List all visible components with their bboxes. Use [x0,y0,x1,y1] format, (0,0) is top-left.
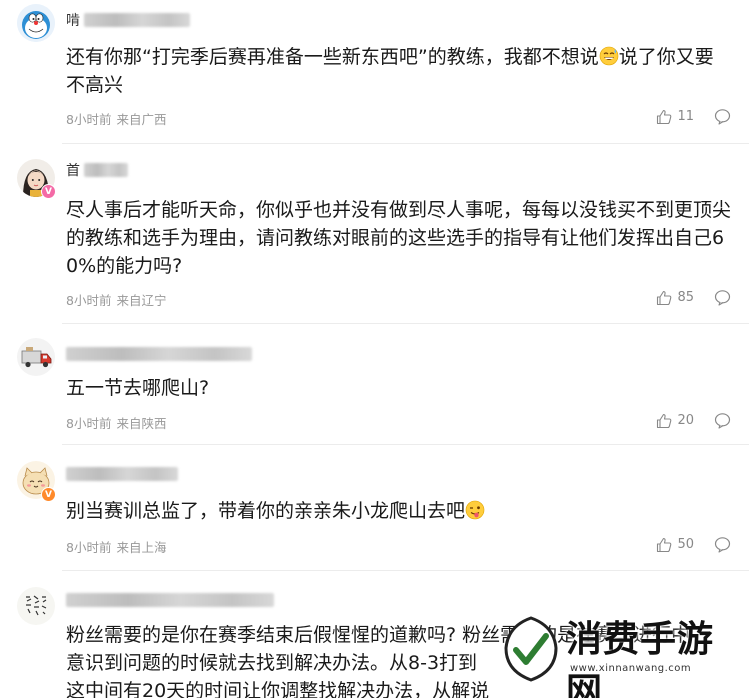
username-blurred [66,347,252,361]
like-count: 50 [677,537,694,552]
like-button[interactable]: 11 [656,109,694,125]
comment-time: 8小时前 [66,416,112,431]
comment-text: 还有你那“打完季后赛再准备一些新东西吧”的教练，我都不想说 说了你又要不高兴 [66,46,714,96]
reply-button[interactable] [714,289,731,306]
comment-meta: 8小时前 来自上海 [66,537,171,556]
username-blurred [84,163,128,177]
tongue-wink-emoji-icon [465,500,485,520]
thumbs-up-icon [657,537,672,552]
like-button[interactable]: 50 [656,537,694,553]
like-count: 85 [677,290,694,305]
comment-location: 来自广西 [116,112,167,127]
like-count: 11 [677,109,694,124]
username[interactable] [66,344,252,364]
comment-meta: 8小时前 来自陕西 [66,413,171,432]
avatar[interactable] [17,4,55,42]
comment-text: 尽人事后才能听天命，你似乎也并没有做到尽人事呢，每每以没钱买不到更顶尖的教练和选… [66,199,732,277]
thumbs-up-icon [657,290,672,305]
comment-actions: 11 [656,108,731,125]
comment-meta: 8小时前 来自辽宁 [66,290,171,309]
verified-badge: V [41,487,56,502]
thumbs-up-icon [657,413,672,428]
reply-button[interactable] [714,412,731,429]
comment-bubble-icon [714,109,731,125]
comment-time: 8小时前 [66,293,112,308]
comment-bubble-icon [714,537,731,553]
comment-meta: 8小时前 来自广西 [66,109,171,128]
username-visible-part: 首 [66,163,80,179]
username-blurred [84,13,190,27]
watermark-title: 消费手游网 [566,619,715,698]
truck-avatar-icon [17,338,55,376]
reply-button[interactable] [714,536,731,553]
username[interactable]: 啃 [66,10,190,30]
comment-bubble-icon [714,290,731,306]
comment-location: 来自上海 [116,540,167,555]
comment-location: 来自陕西 [116,416,167,431]
comment-item: V 别当赛训总监了，带着你的亲亲朱小龙爬山去吧 8小时前 来自上海 50 [0,445,749,570]
comment-item: 五一节去哪爬山? 8小时前 来自陕西 20 [0,324,749,444]
username-visible-part: 啃 [66,13,80,29]
avatar[interactable] [17,338,55,376]
comment-bubble-icon [714,413,731,429]
site-watermark: 消费手游网 www.xinnanwang.com [486,604,749,698]
like-button[interactable]: 85 [656,290,694,306]
username[interactable] [66,464,178,484]
comment-actions: 50 [656,536,731,553]
verified-badge: V [41,184,56,199]
reply-button[interactable] [714,108,731,125]
comment-time: 8小时前 [66,112,112,127]
comment-item: 啃 还有你那“打完季后赛再准备一些新东西吧”的教练，我都不想说 说了你又要不高兴 … [0,0,749,140]
doraemon-avatar-icon [17,4,55,42]
thumbs-up-icon [657,109,672,124]
comment-time: 8小时前 [66,540,112,555]
avatar[interactable] [17,587,55,625]
watermark-url: www.xinnanwang.com [570,663,692,674]
comment-text: 别当赛训总监了，带着你的亲亲朱小龙爬山去吧 [66,497,729,525]
comment-actions: 20 [656,412,731,429]
username[interactable]: 首 [66,160,128,180]
comment-actions: 85 [656,289,731,306]
like-count: 20 [677,413,694,428]
comment-location: 来自辽宁 [116,293,167,308]
username[interactable] [66,590,274,610]
watermark-logo-icon [504,616,558,682]
username-blurred [66,593,274,607]
comment-text: 五一节去哪爬山? [66,377,210,399]
calligraphy-avatar-icon [17,587,55,625]
comment-item: V 首 尽人事后才能听天命，你似乎也并没有做到尽人事呢，每每以没钱买不到更顶尖的… [0,144,749,324]
like-button[interactable]: 20 [656,413,694,429]
username-blurred [66,467,178,481]
sweat-smile-emoji-icon [599,46,619,66]
